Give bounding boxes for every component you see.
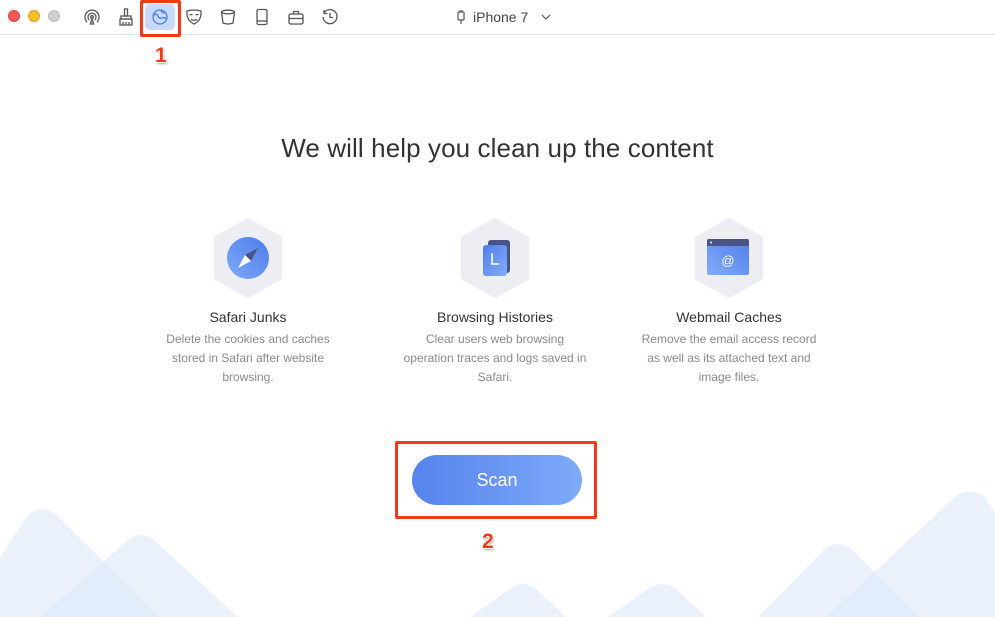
feature-title: Browsing Histories [437, 309, 553, 325]
window-close-button[interactable] [8, 10, 20, 22]
tool-toolbox-button[interactable] [281, 4, 311, 30]
feature-description: Clear users web browsing operation trace… [403, 332, 587, 384]
svg-text:@: @ [721, 253, 734, 268]
history-pages-icon [483, 240, 510, 276]
mountain-shape [470, 584, 566, 617]
mountain-shape [826, 491, 995, 617]
phone-storage-icon [256, 8, 268, 26]
device-selector[interactable]: iPhone 7 [455, 7, 552, 27]
mountain-shape [40, 535, 238, 617]
trash-bin-icon [220, 9, 236, 25]
annotation-step-number: 2 [482, 530, 494, 553]
tool-history-button[interactable] [315, 4, 345, 30]
app-window: iPhone 7 We will help you clean up the c… [0, 0, 995, 617]
tool-cleaner-button[interactable] [111, 4, 141, 30]
mountain-shape [608, 584, 706, 617]
mountain-shape [0, 509, 160, 617]
tool-privacy-button[interactable] [179, 4, 209, 30]
feature-icon-hexagon [457, 218, 533, 298]
toolbox-briefcase-icon [288, 10, 304, 25]
window-minimize-button[interactable] [28, 10, 40, 22]
annotation-step-number: 1 [155, 44, 167, 67]
annotation-highlight-box [395, 441, 597, 519]
privacy-mask-icon [186, 9, 202, 25]
feature-safari-junks: Safari Junks Delete the cookies and cach… [148, 218, 348, 387]
tool-trash-button[interactable] [213, 4, 243, 30]
feature-icon-hexagon [210, 218, 286, 298]
feature-icon-hexagon: @ [691, 218, 767, 298]
mountain-shape [758, 544, 920, 617]
history-clock-icon [322, 9, 338, 25]
phone-cable-icon [457, 10, 465, 24]
tool-airplay-button[interactable] [77, 4, 107, 30]
page-headline: We will help you clean up the content [281, 133, 714, 163]
feature-webmail-caches: @ Webmail Caches Remove the email access… [629, 218, 829, 387]
window-maximize-button[interactable] [48, 10, 60, 22]
tool-storage-button[interactable] [247, 4, 277, 30]
webmail-at-icon: @ [707, 239, 749, 275]
device-name: iPhone 7 [473, 9, 529, 25]
annotation-highlight-box [140, 0, 181, 37]
chevron-down-icon[interactable] [540, 12, 552, 22]
feature-title: Webmail Caches [676, 309, 782, 325]
feature-description: Remove the email access record as well a… [641, 332, 817, 384]
feature-title: Safari Junks [209, 309, 287, 325]
cleaner-brush-icon [119, 8, 133, 26]
feature-description: Delete the cookies and caches stored in … [166, 332, 330, 384]
airplay-icon [84, 9, 100, 25]
compass-icon [227, 237, 269, 279]
feature-browsing-histories: Browsing Histories Clear users web brows… [395, 218, 595, 387]
